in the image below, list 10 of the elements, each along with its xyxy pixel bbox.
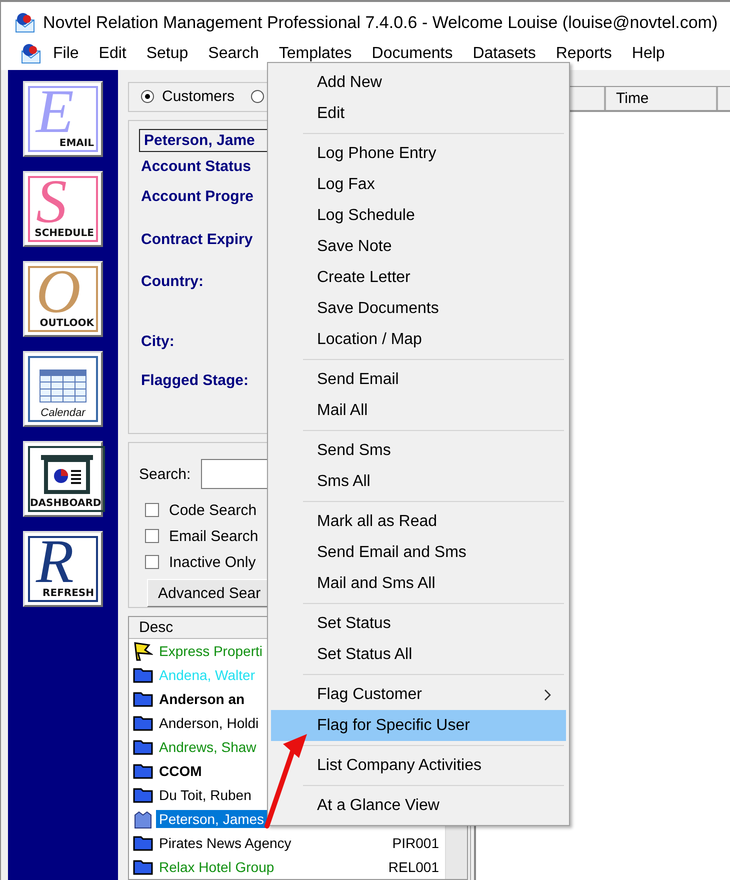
field-label: Account Status — [140, 158, 252, 174]
customer-code: REL001 — [388, 859, 439, 875]
field-label: City: — [140, 332, 174, 350]
search-label: Search: — [139, 466, 191, 482]
window-title: Novtel Relation Management Professional 7.4.0.6 - Welcome Louise (louise@novtel.com) — [43, 13, 718, 33]
field-label: Account Progre — [140, 188, 254, 204]
customer-code: PIR001 — [392, 835, 439, 851]
field-label: Country: — [140, 272, 204, 290]
field-label: Flagged Stage: — [140, 372, 249, 388]
field-label: Contract Expiry — [140, 230, 253, 248]
